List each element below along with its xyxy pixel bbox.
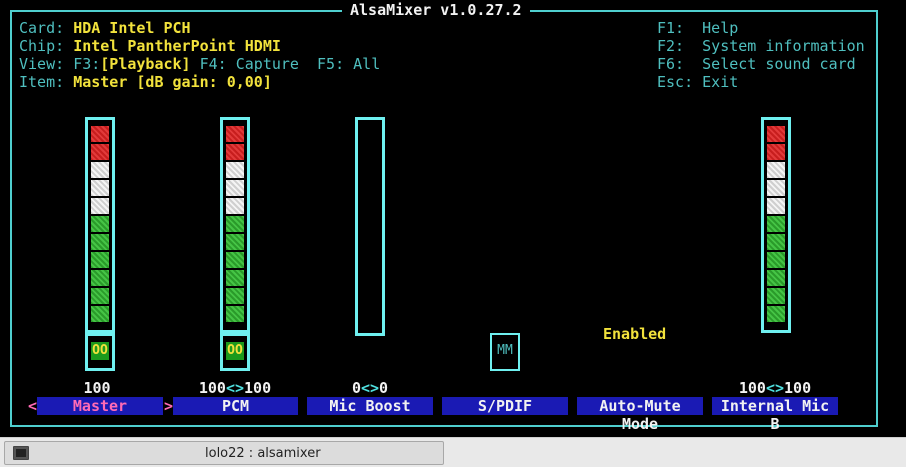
level-segment xyxy=(767,198,785,214)
mic-boost-value-left: 0 xyxy=(351,379,361,397)
taskbar-window-button[interactable]: lolo22 : alsamixer xyxy=(4,441,444,465)
level-segment xyxy=(767,288,785,304)
internal-mic-volume-bar[interactable] xyxy=(761,117,791,333)
help-f6[interactable]: F6: Select sound card xyxy=(657,55,856,73)
scroll-left-marker: < xyxy=(28,397,38,415)
chip-value: Intel PantherPoint HDMI xyxy=(73,37,281,55)
internal-mic-value: 100<>100 xyxy=(720,379,830,397)
level-segment xyxy=(226,144,244,160)
view-f3-key: F3: xyxy=(73,55,101,73)
card-value: HDA Intel PCH xyxy=(73,19,191,37)
item-label: Item: xyxy=(19,73,65,91)
selection-marker: > xyxy=(164,397,174,415)
level-segment xyxy=(91,306,109,322)
card-label: Card: xyxy=(19,19,65,37)
level-segment xyxy=(226,216,244,232)
level-segment xyxy=(226,126,244,142)
internal-mic-value-left: 100 xyxy=(738,379,766,397)
level-segment xyxy=(767,234,785,250)
pcm-value-arrows: <> xyxy=(225,379,245,397)
level-segment xyxy=(226,252,244,268)
pcm-value-right: 100 xyxy=(244,379,272,397)
auto-mute-state[interactable]: Enabled xyxy=(603,325,666,343)
pcm-volume-bar[interactable] xyxy=(220,117,250,333)
level-segment xyxy=(767,216,785,232)
f1-text: Help xyxy=(702,19,739,37)
view-all[interactable]: All xyxy=(353,55,380,73)
level-segment xyxy=(91,288,109,304)
help-f1[interactable]: F1: Help xyxy=(657,19,738,37)
level-segment xyxy=(91,234,109,250)
level-segment xyxy=(767,144,785,160)
level-segment xyxy=(91,144,109,160)
level-segment xyxy=(91,270,109,286)
f2-key: F2: xyxy=(657,37,685,55)
master-volume-bar[interactable] xyxy=(85,117,115,333)
esc-key: Esc: xyxy=(657,73,694,91)
view-f4-key: F4: xyxy=(199,55,227,73)
master-switch-state: OO xyxy=(91,342,109,360)
level-segment xyxy=(226,198,244,214)
terminal-icon xyxy=(13,446,29,460)
taskbar-window-label: lolo22 : alsamixer xyxy=(205,446,321,461)
item-line: Item: Master [dB gain: 0,00] xyxy=(19,73,272,91)
view-playback[interactable]: [Playback] xyxy=(100,55,190,73)
view-f5-key: F5: xyxy=(317,55,345,73)
level-segment xyxy=(767,162,785,178)
level-segment xyxy=(91,252,109,268)
view-label: View: xyxy=(19,55,65,73)
window-title: AlsaMixer v1.0.27.2 xyxy=(342,1,530,19)
f6-key: F6: xyxy=(657,55,685,73)
level-segment xyxy=(226,270,244,286)
mic-boost-value-arrows: <> xyxy=(360,379,380,397)
chip-label: Chip: xyxy=(19,37,65,55)
pcm-switch[interactable]: OO xyxy=(220,333,250,371)
mic-boost-volume-bar[interactable] xyxy=(355,117,385,336)
view-capture[interactable]: Capture xyxy=(236,55,299,73)
internal-mic-value-right: 100 xyxy=(784,379,812,397)
level-segment xyxy=(226,306,244,322)
channel-pcm[interactable]: PCM xyxy=(173,397,298,415)
level-segment xyxy=(767,306,785,322)
f1-key: F1: xyxy=(657,19,685,37)
level-segment xyxy=(226,162,244,178)
level-segment xyxy=(767,126,785,142)
channel-internal-mic-b[interactable]: Internal Mic B xyxy=(712,397,838,433)
spdif-switch[interactable]: MM xyxy=(490,333,520,371)
level-segment xyxy=(91,126,109,142)
f2-text: System information xyxy=(702,37,865,55)
master-switch[interactable]: OO xyxy=(85,333,115,371)
item-value: Master [dB gain: 0,00] xyxy=(73,73,272,91)
channel-spdif[interactable]: S/PDIF xyxy=(442,397,568,415)
help-f2[interactable]: F2: System information xyxy=(657,37,865,55)
taskbar: lolo22 : alsamixer xyxy=(0,437,906,467)
level-segment xyxy=(226,234,244,250)
esc-text: Exit xyxy=(702,73,739,91)
chip-line: Chip: Intel PantherPoint HDMI xyxy=(19,37,281,55)
mic-boost-value-right: 0 xyxy=(379,379,389,397)
level-segment xyxy=(226,288,244,304)
help-esc[interactable]: Esc: Exit xyxy=(657,73,738,91)
level-segment xyxy=(91,180,109,196)
mic-boost-value: 0<>0 xyxy=(315,379,425,397)
channel-auto-mute-mode[interactable]: Auto-Mute Mode xyxy=(577,397,703,433)
internal-mic-value-arrows: <> xyxy=(765,379,785,397)
pcm-value: 100<>100 xyxy=(180,379,290,397)
channel-mic-boost[interactable]: Mic Boost xyxy=(307,397,433,415)
level-segment xyxy=(226,180,244,196)
pcm-value-left: 100 xyxy=(198,379,226,397)
level-segment xyxy=(767,252,785,268)
master-value: 100 xyxy=(83,379,111,397)
card-line: Card: HDA Intel PCH xyxy=(19,19,191,37)
level-segment xyxy=(91,216,109,232)
terminal-window: AlsaMixer v1.0.27.2 Card: HDA Intel PCH … xyxy=(0,0,906,437)
f6-text: Select sound card xyxy=(702,55,856,73)
pcm-switch-state: OO xyxy=(226,342,244,360)
level-segment xyxy=(91,198,109,214)
level-segment xyxy=(767,270,785,286)
channel-master[interactable]: Master xyxy=(37,397,163,415)
view-line: View: F3:[Playback] F4: Capture F5: All xyxy=(19,55,380,73)
level-segment xyxy=(767,180,785,196)
level-segment xyxy=(91,162,109,178)
